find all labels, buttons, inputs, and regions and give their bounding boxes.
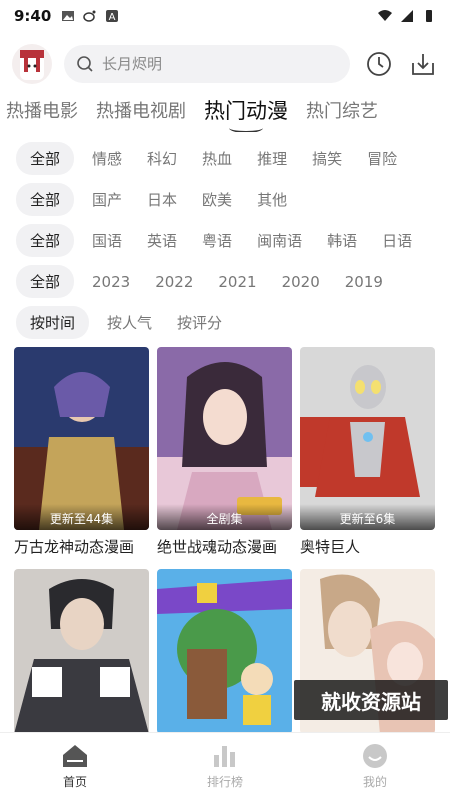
nav-profile[interactable]: 我的	[300, 733, 450, 800]
content-grid: 更新至44集 万古龙神动态漫画 全剧集 绝世战魂动态漫画 更新至6集 奥特巨人	[14, 347, 438, 734]
filter-chip[interactable]: 日本	[147, 189, 177, 210]
nav-label: 我的	[362, 775, 387, 789]
filter-chip[interactable]: 2022	[155, 273, 193, 291]
filter-chip[interactable]: 全部	[16, 265, 75, 298]
filter-row-genre: 全部 情感 科幻 热血 推理 搞笑 冒险	[0, 138, 450, 179]
app-a-icon: A	[106, 10, 119, 23]
weibo-icon	[83, 10, 96, 22]
video-card[interactable]: 更新至44集 万古龙神动态漫画	[14, 347, 149, 557]
download-button[interactable]	[408, 49, 438, 79]
tab-tv-series[interactable]: 热播电视剧	[96, 97, 186, 123]
avatar[interactable]	[12, 44, 52, 84]
search-bar[interactable]	[64, 45, 350, 83]
episode-badge: 更新至44集	[14, 504, 149, 530]
filter-chip[interactable]: 热血	[202, 148, 232, 169]
history-button[interactable]	[364, 49, 394, 79]
filter-chip[interactable]: 韩语	[327, 230, 357, 251]
poster-image: 全剧集	[157, 347, 292, 530]
ranking-icon	[214, 746, 235, 767]
nav-label: 排行榜	[206, 775, 243, 789]
avatar-image	[20, 50, 44, 80]
filter-panel: 全部 情感 科幻 热血 推理 搞笑 冒险 全部 国产 日本 欧美 其他 全部 国…	[0, 138, 450, 343]
sort-chip[interactable]: 按人气	[107, 312, 152, 333]
search-icon	[77, 56, 93, 72]
video-card[interactable]	[14, 569, 149, 734]
filter-chip[interactable]: 科幻	[147, 148, 177, 169]
filter-row-year: 全部 2023 2022 2021 2020 2019	[0, 261, 450, 302]
filter-chip[interactable]: 国产	[92, 189, 122, 210]
sort-chip[interactable]: 按评分	[177, 312, 222, 333]
battery-icon	[426, 10, 432, 22]
filter-row-language: 全部 国语 英语 粤语 闽南语 韩语 日语	[0, 220, 450, 261]
filter-chip[interactable]: 2023	[92, 273, 130, 291]
filter-chip[interactable]: 情感	[92, 148, 122, 169]
system-icons	[378, 9, 436, 23]
card-title: 万古龙神动态漫画	[14, 538, 135, 556]
episode-badge: 更新至6集	[300, 504, 435, 530]
poster-image: 更新至6集	[300, 347, 435, 530]
watermark: 就收资源站	[294, 680, 448, 720]
filter-chip[interactable]: 推理	[257, 148, 287, 169]
search-input[interactable]	[102, 55, 322, 73]
video-card[interactable]: 更新至6集 奥特巨人	[300, 347, 435, 557]
filter-chip[interactable]: 国语	[92, 230, 122, 251]
filter-chip[interactable]: 冒险	[367, 148, 397, 169]
image-icon	[62, 11, 75, 21]
card-title: 绝世战魂动态漫画	[157, 538, 278, 556]
status-bar: 9:40 A	[0, 0, 450, 32]
episode-badge: 全剧集	[157, 504, 292, 530]
notification-icons: A	[61, 9, 119, 23]
video-card[interactable]: 全剧集 绝世战魂动态漫画	[157, 347, 292, 557]
category-tabs: 热播电影 热播电视剧 热门动漫 热门综艺	[0, 88, 450, 132]
nav-label: 首页	[62, 775, 87, 789]
tab-variety[interactable]: 热门综艺	[306, 97, 378, 123]
nav-home[interactable]: 首页	[0, 733, 150, 800]
poster-image	[157, 569, 292, 734]
card-title: 奥特巨人	[300, 538, 361, 556]
svg-text:A: A	[109, 12, 116, 23]
download-icon	[412, 54, 434, 75]
home-icon	[63, 745, 87, 767]
profile-icon	[363, 744, 387, 768]
filter-chip[interactable]: 全部	[16, 183, 75, 216]
filter-chip[interactable]: 全部	[16, 142, 75, 175]
header	[0, 40, 450, 88]
signal-icon	[401, 10, 413, 22]
video-card[interactable]	[157, 569, 292, 734]
filter-chip[interactable]: 日语	[382, 230, 412, 251]
filter-chip[interactable]: 2021	[218, 273, 256, 291]
tab-movies[interactable]: 热播电影	[6, 97, 78, 123]
filter-chip[interactable]: 其他	[257, 189, 287, 210]
clock-icon	[367, 52, 391, 76]
filter-chip[interactable]: 粤语	[202, 230, 232, 251]
filter-chip[interactable]: 英语	[147, 230, 177, 251]
poster-image	[14, 569, 149, 734]
filter-row-region: 全部 国产 日本 欧美 其他	[0, 179, 450, 220]
nav-ranking[interactable]: 排行榜	[150, 733, 300, 800]
filter-chip[interactable]: 全部	[16, 224, 75, 257]
filter-chip[interactable]: 2020	[282, 273, 320, 291]
filter-chip[interactable]: 欧美	[202, 189, 232, 210]
status-time: 9:40	[14, 7, 52, 25]
wifi-icon	[378, 10, 392, 21]
bottom-nav: 首页 排行榜 我的	[0, 732, 450, 800]
filter-chip[interactable]: 2019	[345, 273, 383, 291]
sort-chip[interactable]: 按时间	[16, 306, 90, 339]
filter-row-sort: 按时间 按人气 按评分	[0, 302, 450, 343]
poster-image: 更新至44集	[14, 347, 149, 530]
tab-anime[interactable]: 热门动漫	[204, 95, 288, 132]
filter-chip[interactable]: 闽南语	[257, 230, 302, 251]
filter-chip[interactable]: 搞笑	[312, 148, 342, 169]
